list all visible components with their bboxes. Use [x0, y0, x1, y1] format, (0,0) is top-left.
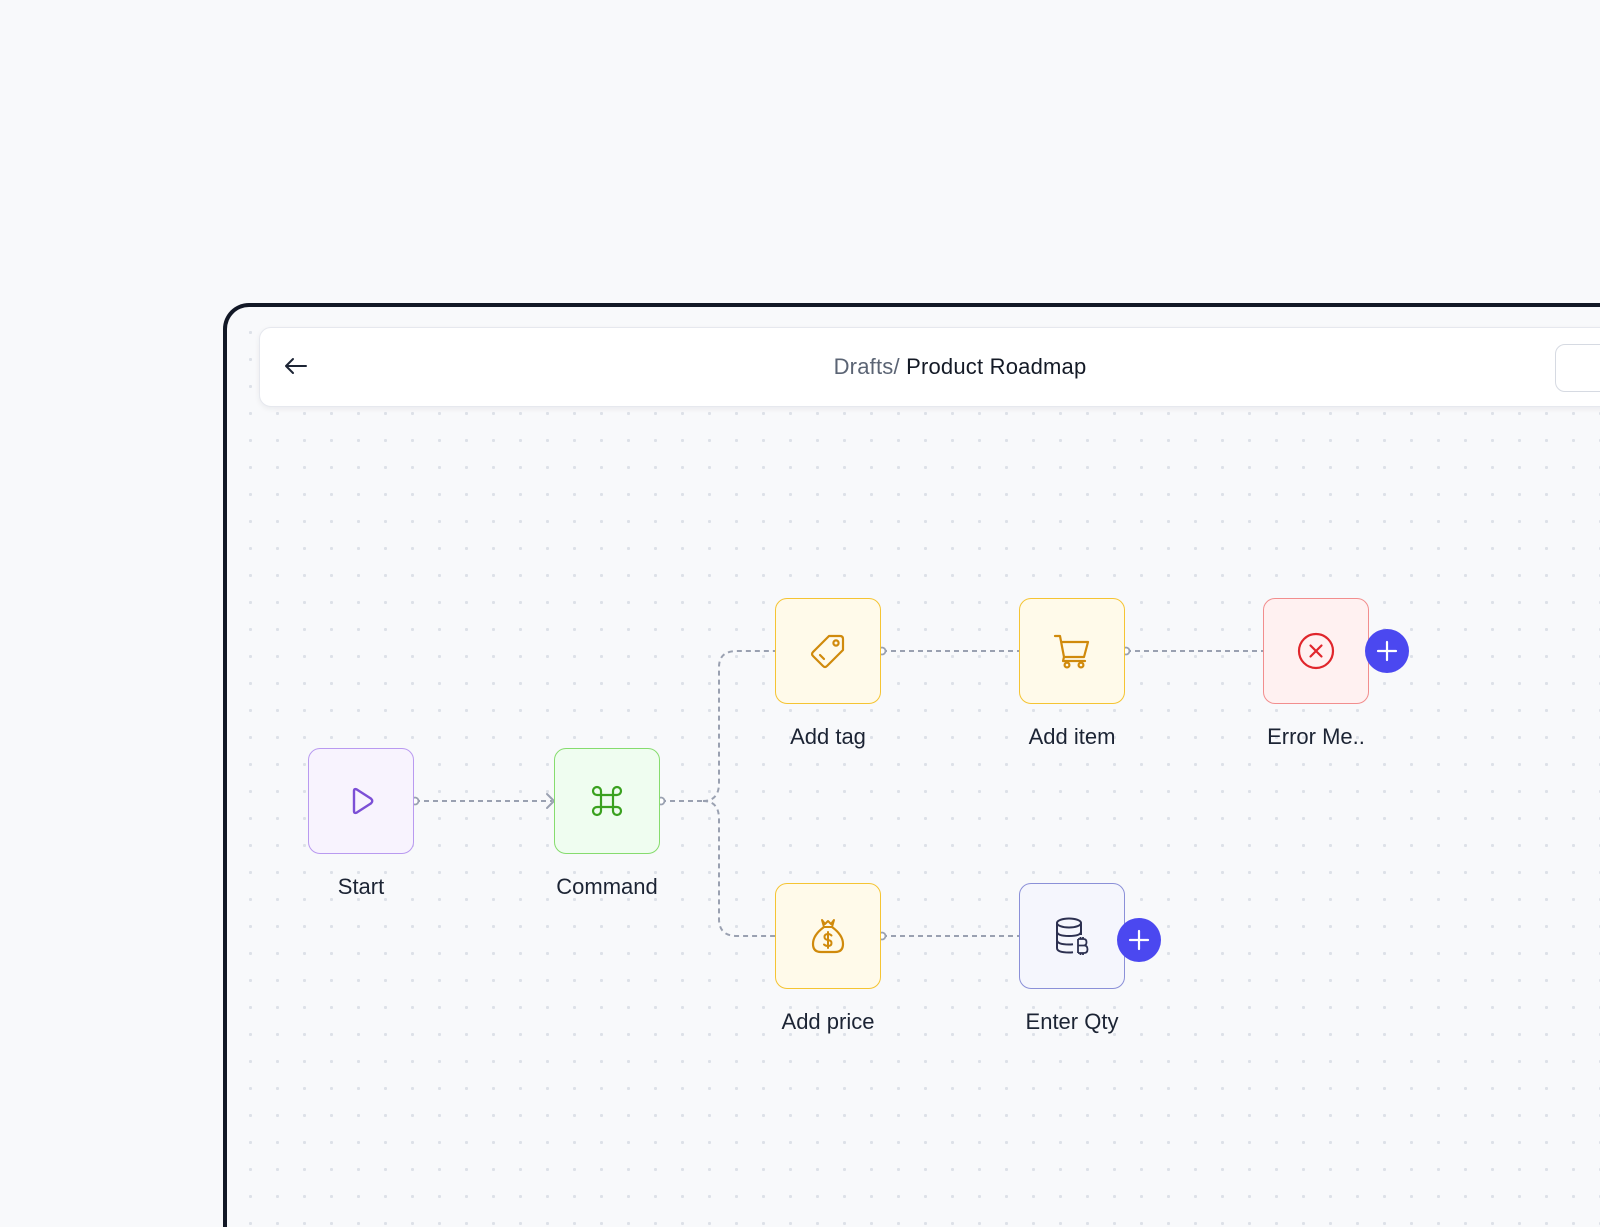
- breadcrumb: Drafts/ Product Roadmap: [260, 328, 1600, 406]
- add-node-button[interactable]: [1117, 918, 1161, 962]
- node-add-price[interactable]: [775, 883, 881, 989]
- app-window: Drafts/ Product Roadmap Start Command Ad…: [223, 303, 1600, 1227]
- money-bag-icon: [811, 919, 845, 954]
- add-node-button[interactable]: [1365, 629, 1409, 673]
- database-bitcoin-icon: [1056, 917, 1089, 955]
- node-error-message[interactable]: [1263, 598, 1369, 704]
- node-start[interactable]: [308, 748, 414, 854]
- breadcrumb-current: Product Roadmap: [906, 354, 1087, 379]
- cart-icon: [1053, 634, 1090, 669]
- x-circle-icon: [1297, 632, 1335, 670]
- node-label-command: Command: [556, 874, 658, 899]
- node-label-error-message: Error Me..: [1267, 724, 1365, 749]
- breadcrumb-parent[interactable]: Drafts/: [834, 354, 900, 379]
- tag-icon: [810, 634, 845, 669]
- flow-connectors: [410, 646, 1263, 941]
- node-enter-qty[interactable]: [1019, 883, 1125, 989]
- node-command[interactable]: [554, 748, 660, 854]
- node-add-item[interactable]: [1019, 598, 1125, 704]
- node-label-enter-qty: Enter Qty: [1025, 1009, 1119, 1034]
- node-label-add-price: Add price: [781, 1009, 875, 1034]
- node-label-add-item: Add item: [1028, 724, 1116, 749]
- top-bar: Drafts/ Product Roadmap: [259, 327, 1600, 407]
- plus-icon: [1128, 929, 1150, 951]
- toolbar-button[interactable]: [1555, 344, 1600, 392]
- node-add-tag[interactable]: [775, 598, 881, 704]
- play-icon: [352, 787, 374, 815]
- connector-to-add-price: [702, 800, 775, 937]
- plus-icon: [1376, 640, 1398, 662]
- node-label-add-tag: Add tag: [790, 724, 866, 749]
- node-label-start: Start: [337, 874, 385, 899]
- command-icon: [591, 785, 623, 817]
